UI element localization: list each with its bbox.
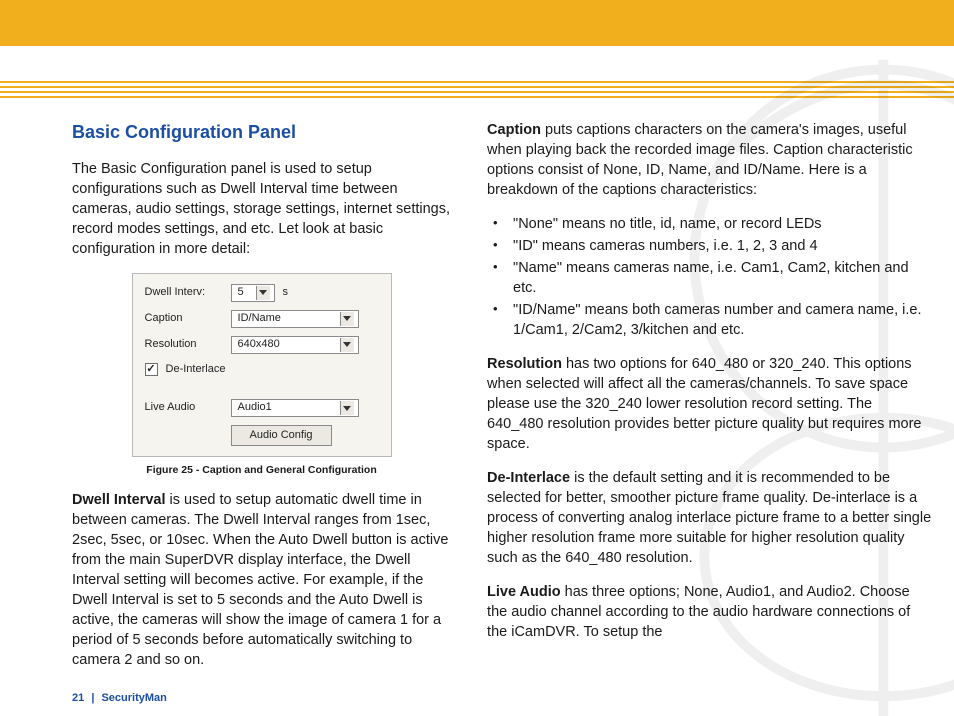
resolution-label: Resolution xyxy=(145,337,223,352)
deinterlace-checkbox[interactable] xyxy=(145,363,158,376)
dwell-select[interactable]: 5 xyxy=(231,284,275,302)
config-panel-figure: Dwell Interv: 5 s Caption ID/Name xyxy=(132,273,392,457)
liveaudio-paragraph: Live Audio has three options; None, Audi… xyxy=(487,582,932,642)
page-number: 21 xyxy=(72,692,84,704)
caption-select[interactable]: ID/Name xyxy=(231,310,359,328)
section-title: Basic Configuration Panel xyxy=(72,120,451,145)
deinterlace-label: De-Interlace xyxy=(166,362,226,377)
figure-25: Dwell Interv: 5 s Caption ID/Name xyxy=(72,273,451,478)
content-columns: Basic Configuration Panel The Basic Conf… xyxy=(72,120,932,676)
live-audio-label: Live Audio xyxy=(145,400,223,415)
chevron-down-icon xyxy=(340,312,354,326)
live-audio-value: Audio1 xyxy=(238,400,272,415)
resolution-value: 640x480 xyxy=(238,337,280,352)
caption-paragraph: Caption puts captions characters on the … xyxy=(487,120,932,200)
live-audio-select[interactable]: Audio1 xyxy=(231,399,359,417)
left-column: Basic Configuration Panel The Basic Conf… xyxy=(72,120,451,676)
header-band xyxy=(0,0,954,46)
dwell-term: Dwell Interval xyxy=(72,492,165,508)
caption-term: Caption xyxy=(487,122,541,138)
chevron-down-icon xyxy=(256,286,270,300)
caption-label: Caption xyxy=(145,311,223,326)
caption-bullets: "None" means no title, id, name, or reco… xyxy=(487,214,932,340)
audio-config-button[interactable]: Audio Config xyxy=(231,425,332,446)
dwell-body: is used to setup automatic dwell time in… xyxy=(72,492,448,668)
caption-value: ID/Name xyxy=(238,311,281,326)
dwell-label: Dwell Interv: xyxy=(145,285,223,300)
intro-paragraph: The Basic Configuration panel is used to… xyxy=(72,159,451,259)
deinterlace-term: De-Interlace xyxy=(487,470,570,486)
list-item: "None" means no title, id, name, or reco… xyxy=(487,214,932,234)
figure-caption: Figure 25 - Caption and General Configur… xyxy=(72,463,451,477)
page-footer: 21 | SecurityMan xyxy=(72,692,167,704)
list-item: "Name" means cameras name, i.e. Cam1, Ca… xyxy=(487,258,932,298)
chevron-down-icon xyxy=(340,401,354,415)
right-column: Caption puts captions characters on the … xyxy=(487,120,932,676)
header-stripes xyxy=(0,81,954,103)
resolution-select[interactable]: 640x480 xyxy=(231,336,359,354)
resolution-term: Resolution xyxy=(487,356,562,372)
dwell-paragraph: Dwell Interval is used to setup automati… xyxy=(72,490,451,670)
list-item: "ID" means cameras numbers, i.e. 1, 2, 3… xyxy=(487,236,932,256)
footer-separator: | xyxy=(87,692,98,704)
dwell-value: 5 xyxy=(238,285,244,300)
dwell-unit: s xyxy=(283,285,289,300)
liveaudio-term: Live Audio xyxy=(487,584,561,600)
caption-body: puts captions characters on the camera's… xyxy=(487,122,913,198)
resolution-paragraph: Resolution has two options for 640_480 o… xyxy=(487,354,932,454)
list-item: "ID/Name" means both cameras number and … xyxy=(487,300,932,340)
footer-brand: SecurityMan xyxy=(101,692,166,704)
chevron-down-icon xyxy=(340,338,354,352)
deinterlace-paragraph: De-Interlace is the default setting and … xyxy=(487,468,932,568)
